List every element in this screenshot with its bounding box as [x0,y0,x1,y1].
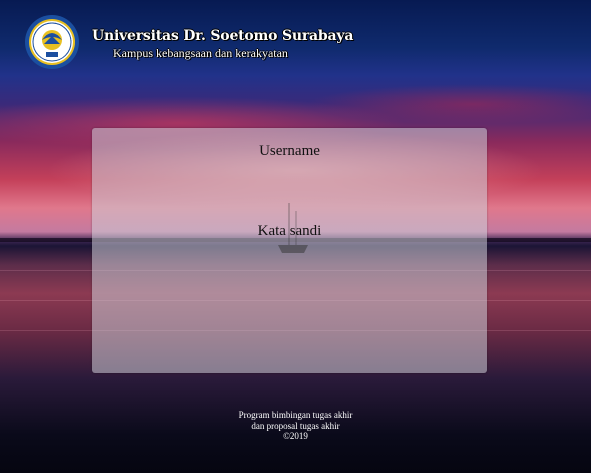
password-label: Kata sandi [257,223,322,239]
password-input[interactable] [192,244,391,268]
username-input[interactable] [192,164,391,188]
site-title: Universitas Dr. Soetomo Surabaya [92,28,354,44]
username-label: Username [259,143,320,159]
footer: Program bimbingan tugas akhir dan propos… [0,410,591,442]
footer-line-2: dan proposal tugas akhir [251,420,340,431]
site-subtitle: Kampus kebangsaan dan kerakyatan [113,46,288,60]
login-panel: Username Kata sandi [92,128,487,373]
footer-line-1: Program bimbingan tugas akhir [238,410,353,420]
footer-copyright: ©2019 [283,431,308,441]
university-seal-icon [25,15,79,69]
